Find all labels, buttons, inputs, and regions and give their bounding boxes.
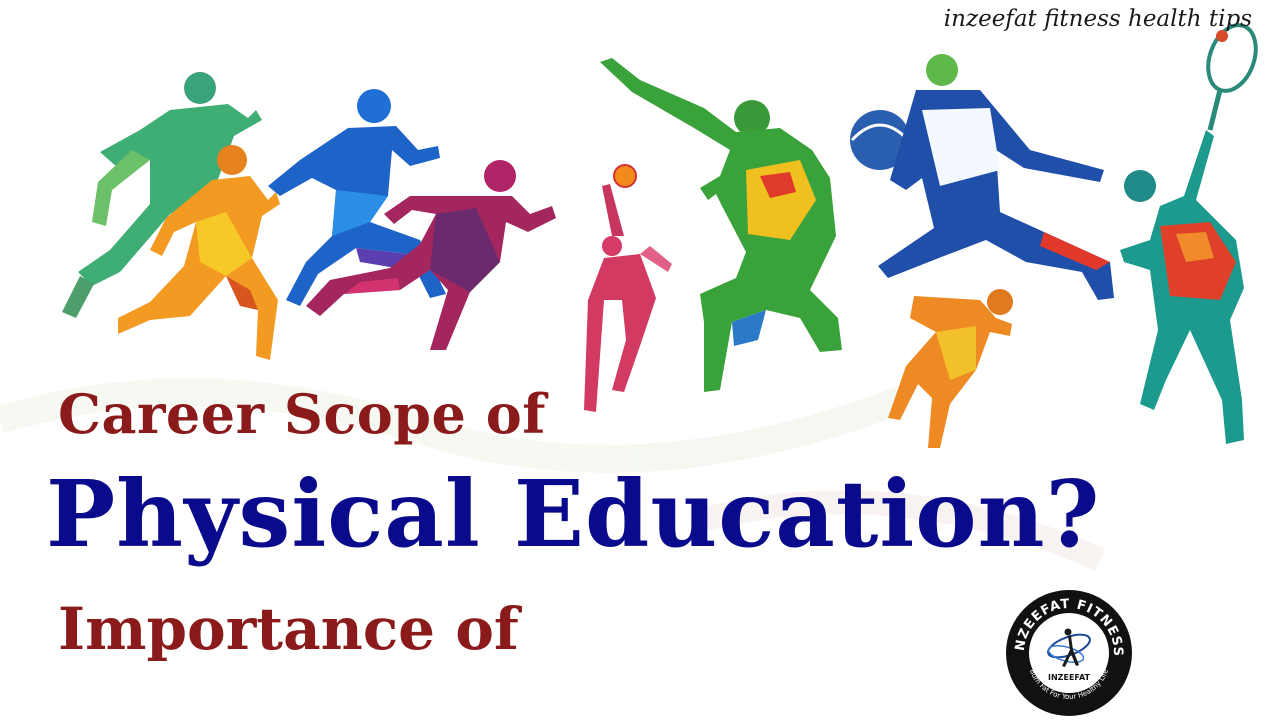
svg-text:INZEEFAT: INZEEFAT xyxy=(1048,673,1091,682)
basketball-player-icon xyxy=(850,54,1114,300)
inzeefat-fitness-logo: INZEEFAT FITNESS Burn Fat For Your Healt… xyxy=(1004,588,1132,716)
channel-watermark: inzeefat fitness health tips xyxy=(943,6,1252,32)
volleyball-player-icon xyxy=(584,164,672,412)
headline-physical-education: Physical Education? xyxy=(46,460,1101,568)
headline-importance: Importance of xyxy=(58,595,519,663)
sprinter-icon xyxy=(888,289,1013,448)
thumbnail-canvas: inzeefat fitness health tips Career Scop… xyxy=(0,0,1280,720)
headline-career-scope: Career Scope of xyxy=(58,382,546,446)
tennis-player-icon xyxy=(1120,23,1258,444)
